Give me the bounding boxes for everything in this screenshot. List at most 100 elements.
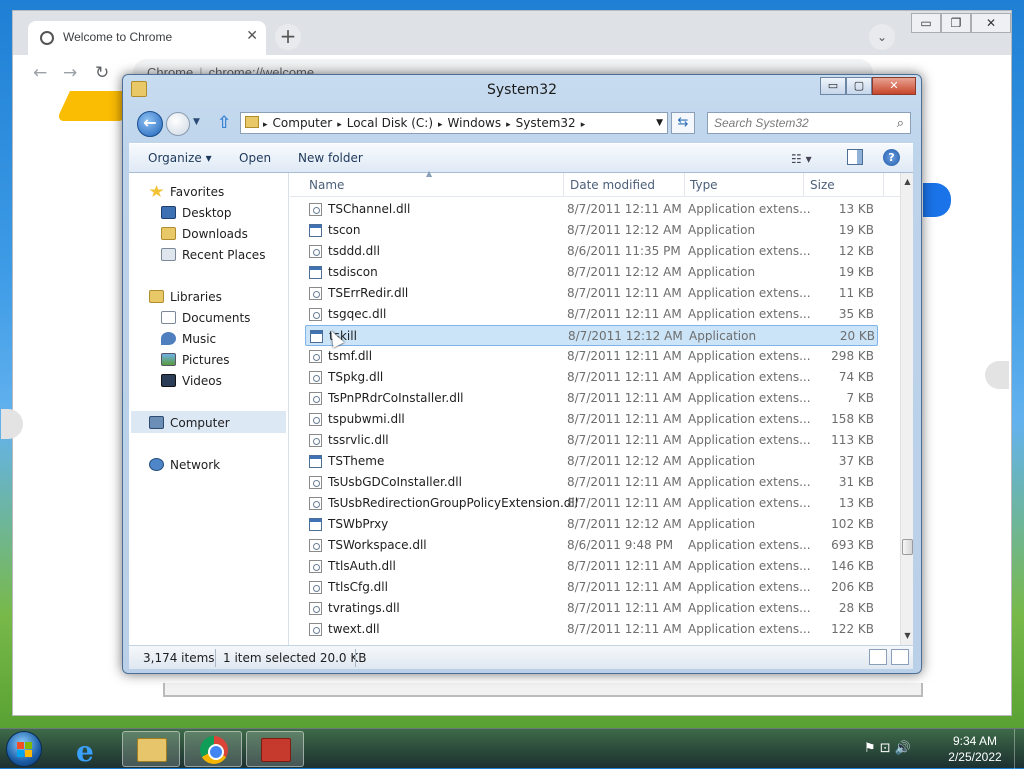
- file-type: Application: [688, 265, 756, 279]
- breadcrumb-separator[interactable]: ▸: [581, 120, 586, 130]
- file-row[interactable]: TSWbPrxy 8/7/2011 12:12 AM Application 102 …: [305, 514, 878, 535]
- column-type[interactable]: Type: [690, 178, 718, 192]
- taskbar-toolbox-app[interactable]: [246, 731, 304, 767]
- nav-documents[interactable]: Documents: [161, 311, 250, 325]
- file-row[interactable]: TSpkg.dll 8/7/2011 12:11 AM Application ex…: [305, 367, 878, 388]
- refresh-button[interactable]: ⇆: [671, 112, 695, 134]
- nav-favorites[interactable]: Favorites: [149, 185, 224, 199]
- breadcrumb-separator[interactable]: ▸: [438, 120, 443, 130]
- file-size: 13 KB: [838, 496, 874, 510]
- details-view-icon[interactable]: [869, 649, 887, 665]
- scroll-down-arrow-icon[interactable]: ▼: [901, 629, 914, 643]
- chrome-restore-button[interactable]: ❐: [941, 13, 971, 33]
- taskbar: e ⚑ ⊡ 🔊 9:34 AM 2/25/2022: [0, 728, 1024, 769]
- nav-videos[interactable]: Videos: [161, 374, 222, 388]
- column-name[interactable]: Name: [309, 178, 344, 192]
- file-row[interactable]: tsmf.dll 8/7/2011 12:11 AM Application ext…: [305, 346, 878, 367]
- chevron-down-icon[interactable]: ▼: [656, 113, 663, 133]
- chrome-close-button[interactable]: ✕: [971, 13, 1011, 33]
- taskbar-chrome[interactable]: [184, 731, 242, 767]
- file-row[interactable]: TSErrRedir.dll 8/7/2011 12:11 AM Applicati…: [305, 283, 878, 304]
- breadcrumb-separator[interactable]: ▸: [263, 120, 268, 130]
- breadcrumb-system32[interactable]: System32: [511, 116, 581, 130]
- column-divider[interactable]: [563, 173, 564, 197]
- chrome-tab-welcome[interactable]: Welcome to Chrome ✕: [28, 21, 266, 55]
- preview-pane-icon[interactable]: [847, 149, 863, 165]
- help-icon[interactable]: ?: [883, 149, 900, 166]
- close-tab-icon[interactable]: ✕: [246, 28, 258, 44]
- search-icon[interactable]: ⌕: [897, 115, 904, 131]
- file-row[interactable]: TtlsAuth.dll 8/7/2011 12:11 AM Application…: [305, 556, 878, 577]
- new-folder-button[interactable]: New folder: [298, 151, 363, 165]
- taskbar-internet-explorer[interactable]: e: [60, 731, 118, 768]
- column-date-modified[interactable]: Date modified: [570, 178, 655, 192]
- minimize-button[interactable]: ▭: [820, 77, 846, 95]
- forward-arrow-icon[interactable]: →: [63, 63, 77, 83]
- breadcrumb-separator[interactable]: ▸: [506, 120, 511, 130]
- column-divider[interactable]: [803, 173, 804, 197]
- file-row[interactable]: tssrvlic.dll 8/7/2011 12:11 AM Application…: [305, 430, 878, 451]
- reload-icon[interactable]: ↻: [95, 63, 109, 83]
- file-row[interactable]: tvratings.dll 8/7/2011 12:11 AM Applicatio…: [305, 598, 878, 619]
- file-row[interactable]: tsgqec.dll 8/7/2011 12:11 AM Application e…: [305, 304, 878, 325]
- file-row[interactable]: tspubwmi.dll 8/7/2011 12:11 AM Application…: [305, 409, 878, 430]
- file-size: 19 KB: [838, 265, 874, 279]
- recent-pages-dropdown[interactable]: ▼: [193, 117, 200, 127]
- file-row[interactable]: TtlsCfg.dll 8/7/2011 12:11 AM Application …: [305, 577, 878, 598]
- show-desktop-button[interactable]: [1014, 729, 1024, 769]
- file-row[interactable]: TSWorkspace.dll 8/6/2011 9:48 PM Applicati…: [305, 535, 878, 556]
- address-bar[interactable]: ▸ Computer ▸ Local Disk (C:) ▸ Windows ▸ System…: [240, 112, 668, 134]
- start-button[interactable]: [6, 731, 42, 767]
- file-row[interactable]: TsUsbGDCoInstaller.dll 8/7/2011 12:11 AM A…: [305, 472, 878, 493]
- tab-search-button[interactable]: ⌄: [869, 24, 895, 50]
- file-size: 13 KB: [838, 202, 874, 216]
- file-row[interactable]: TsPnPRdrCoInstaller.dll 8/7/2011 12:11 AM…: [305, 388, 878, 409]
- breadcrumb-windows[interactable]: Windows: [443, 116, 507, 130]
- nav-network[interactable]: Network: [149, 458, 220, 472]
- nav-recent-places[interactable]: Recent Places: [161, 248, 265, 262]
- clock[interactable]: 9:34 AM 2/25/2022: [938, 733, 1012, 765]
- scroll-up-arrow-icon[interactable]: ▲: [901, 175, 914, 189]
- column-divider[interactable]: [684, 173, 685, 197]
- close-button[interactable]: ✕: [872, 77, 916, 95]
- nav-downloads[interactable]: Downloads: [161, 227, 248, 241]
- breadcrumb-local-disk[interactable]: Local Disk (C:): [342, 116, 438, 130]
- open-button[interactable]: Open: [239, 151, 271, 165]
- maximize-button[interactable]: ▢: [846, 77, 872, 95]
- nav-pictures[interactable]: Pictures: [161, 353, 230, 367]
- change-view-icon[interactable]: ☷ ▾: [791, 152, 812, 166]
- chrome-minimize-button[interactable]: ▭: [911, 13, 941, 33]
- column-divider[interactable]: [883, 173, 884, 197]
- file-name: tsddd.dll: [328, 244, 380, 258]
- nav-libraries[interactable]: Libraries: [149, 290, 222, 304]
- nav-computer[interactable]: Computer: [131, 411, 286, 433]
- file-row[interactable]: TsUsbRedirectionGroupPolicyExtension.dll…: [305, 493, 878, 514]
- new-tab-button[interactable]: +: [275, 24, 301, 50]
- large-icons-view-icon[interactable]: [891, 649, 909, 665]
- file-row[interactable]: tscon 8/7/2011 12:12 AM Application 19 KB: [305, 220, 878, 241]
- column-size[interactable]: Size: [810, 178, 835, 192]
- forward-button[interactable]: [166, 112, 190, 136]
- organize-button[interactable]: Organize ▾: [148, 151, 212, 165]
- breadcrumb-computer[interactable]: Computer: [268, 116, 338, 130]
- taskbar-windows-explorer[interactable]: [122, 731, 180, 767]
- file-row[interactable]: twext.dll 8/7/2011 12:11 AM Application ex…: [305, 619, 878, 640]
- welcome-card: [163, 683, 923, 697]
- file-row[interactable]: tsddd.dll 8/6/2011 11:35 PM Application ex…: [305, 241, 878, 262]
- scrollbar-thumb[interactable]: [902, 539, 913, 555]
- system-tray-icons[interactable]: ⚑ ⊡ 🔊: [864, 741, 911, 756]
- up-arrow-icon[interactable]: ⇧: [217, 113, 231, 133]
- file-name: tssrvlic.dll: [328, 433, 389, 447]
- vertical-scrollbar[interactable]: ▲ ▼: [900, 173, 913, 645]
- file-row[interactable]: tskill 8/7/2011 12:12 AM Application 20 KB: [305, 325, 878, 346]
- nav-music[interactable]: Music: [161, 332, 216, 346]
- file-row[interactable]: TSChannel.dll 8/7/2011 12:11 AM Applicatio…: [305, 199, 878, 220]
- nav-desktop[interactable]: Desktop: [161, 206, 232, 220]
- back-button[interactable]: ←: [137, 111, 163, 137]
- back-arrow-icon[interactable]: ←: [33, 63, 47, 83]
- file-row[interactable]: TSTheme 8/7/2011 12:12 AM Application 37 KB: [305, 451, 878, 472]
- search-input[interactable]: Search System32 ⌕: [707, 112, 911, 134]
- file-row[interactable]: tsdiscon 8/7/2011 12:12 AM Application 19 K…: [305, 262, 878, 283]
- windows-logo-icon: [17, 742, 33, 758]
- downloads-folder-icon: [161, 227, 176, 240]
